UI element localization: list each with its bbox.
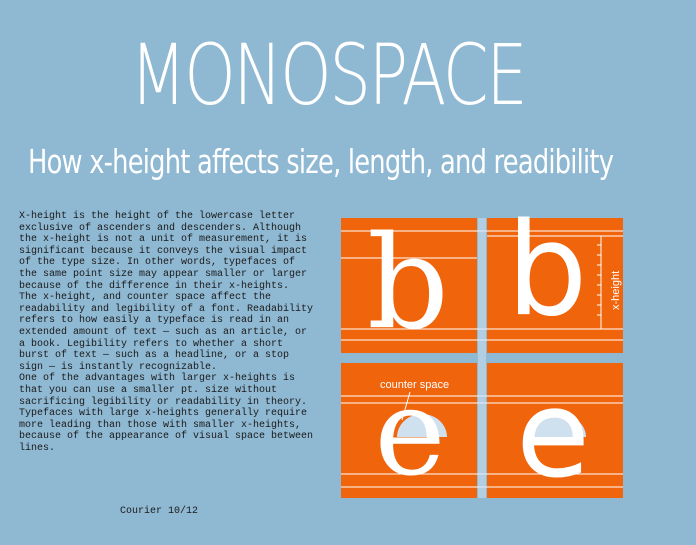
- letter-e-sans: e: [516, 366, 590, 505]
- counter-space-label: counter space: [380, 379, 449, 391]
- letter-b-sans: b: [506, 196, 587, 345]
- xheight-label: x-height: [610, 271, 622, 310]
- letter-b-serif: b: [367, 209, 449, 358]
- xheight-diagram: x-height b b e e counter space: [341, 196, 623, 505]
- column-guide: [478, 218, 486, 498]
